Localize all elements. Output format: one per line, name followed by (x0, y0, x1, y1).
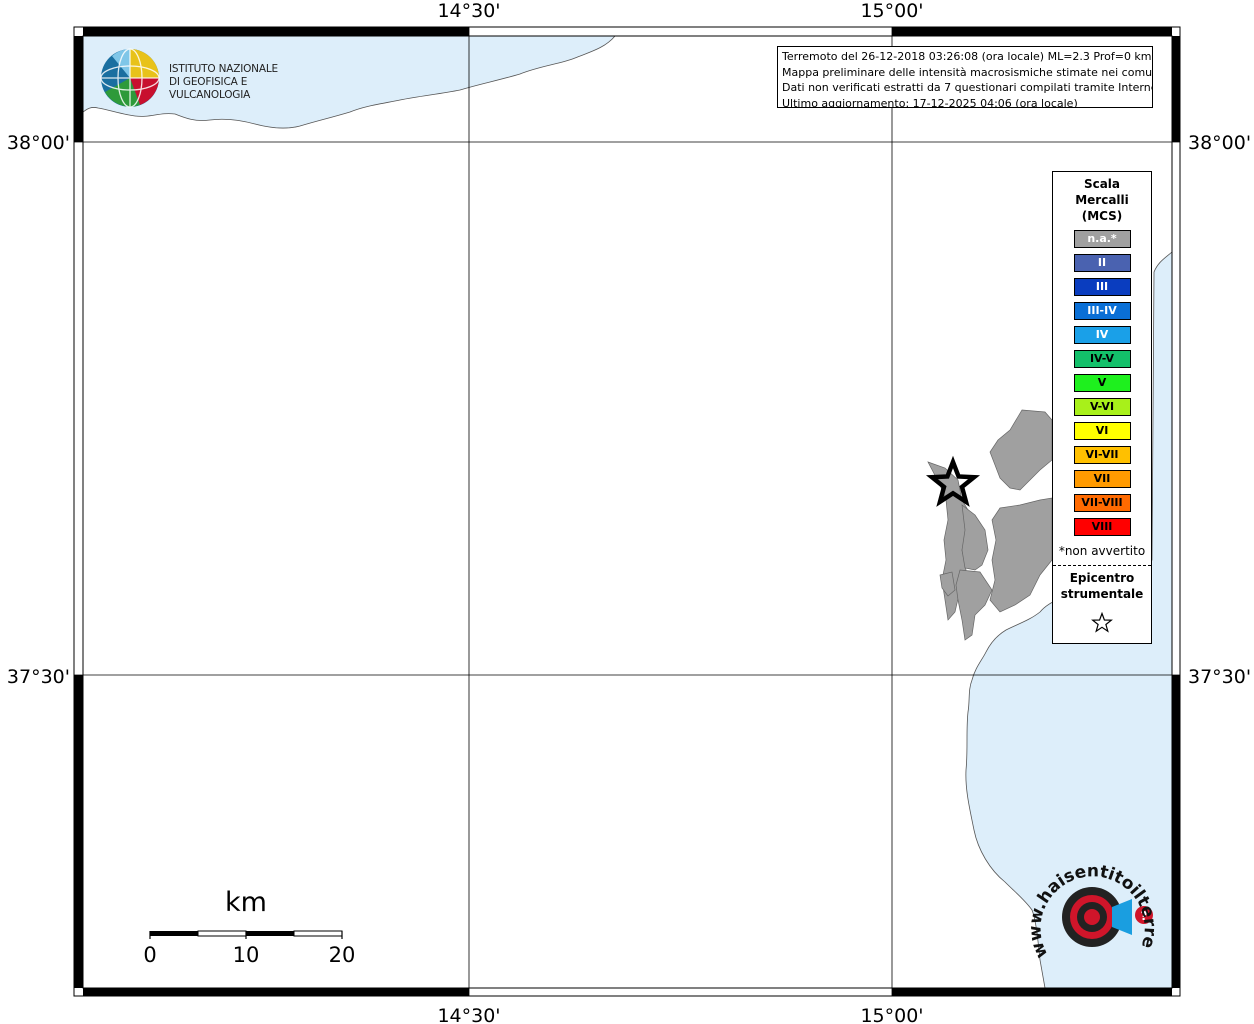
comune-area-north (989, 409, 1053, 491)
lat-label-left-2: 37°30' (7, 666, 70, 688)
lat-label-left-1: 38°00' (7, 132, 70, 154)
legend-title-line3: (MCS) (1081, 209, 1123, 223)
hai-sentito-il-terremoto-logo: ? www.haisentitoilterremoto.it (1021, 840, 1160, 980)
legend-note: *non avvertito (1058, 544, 1146, 558)
legend-divider (1053, 565, 1151, 566)
ingv-logo-line1: ISTITUTO NAZIONALE (169, 63, 278, 75)
legend-item-iv-v: IV-V (1073, 350, 1131, 368)
legend-item-iii-iv: III-IV (1073, 302, 1131, 320)
legend-item-vi: VI (1073, 422, 1131, 440)
comune-area-south (955, 569, 993, 641)
legend-epicenter-label: Epicentro strumentale (1053, 570, 1151, 602)
event-info-line-1: Terremoto del 26-12-2018 03:26:08 (ora l… (782, 50, 1152, 63)
legend-item-iv: IV (1073, 326, 1131, 344)
legend-item-v-vi: V-VI (1073, 398, 1131, 416)
legend-item-vii: VII (1073, 470, 1131, 488)
scale-bar-graphic (149, 930, 343, 939)
legend-title-line1: Scala (1083, 177, 1121, 191)
legend-title: Scala Mercalli (MCS) (1053, 176, 1151, 224)
lat-label-right-2: 37°30' (1188, 666, 1251, 688)
scale-tick-0: 0 (143, 943, 157, 967)
lon-label-top-2: 15°00' (860, 0, 923, 22)
lon-label-bottom-1: 14°30' (437, 1005, 500, 1024)
legend-item-vii-viii: VII-VIII (1073, 494, 1131, 512)
ingv-logo-text: ISTITUTO NAZIONALE DI GEOFISICA E VULCAN… (169, 63, 320, 102)
legend-epicenter-line1: Epicentro (1069, 571, 1135, 585)
event-info-line-2: Mappa preliminare delle intensità macros… (782, 65, 1153, 79)
lon-label-top-1: 14°30' (437, 0, 500, 22)
ingv-logo: ISTITUTO NAZIONALE DI GEOFISICA E VULCAN… (100, 48, 320, 108)
ingv-logo-line2: DI GEOFISICA E VULCANOLOGIA (169, 76, 251, 101)
legend-item-n-a: n.a.* (1073, 230, 1131, 248)
legend-item-iii: III (1073, 278, 1131, 296)
scale-bar: km 0 10 20 (135, 885, 365, 975)
legend-title-line2: Mercalli (1075, 193, 1129, 207)
legend-item-ii: II (1073, 254, 1131, 272)
intensity-legend: Scala Mercalli (MCS) n.a.* II III III-IV IV I… (1052, 171, 1152, 644)
legend-items: n.a.* II III III-IV IV IV-V V V-VI VI VI-VII VII VI… (1053, 230, 1151, 536)
legend-item-v: V (1073, 374, 1131, 392)
legend-star-icon (1091, 612, 1113, 633)
event-info-line-4: Ultimo aggiornamento: 17-12-2025 04:06 (… (782, 96, 1078, 108)
lat-label-right-1: 38°00' (1188, 132, 1251, 154)
event-info-box: Terremoto del 26-12-2018 03:26:08 (ora l… (777, 46, 1153, 108)
legend-item-viii: VIII (1073, 518, 1131, 536)
lon-label-bottom-2: 15°00' (860, 1005, 923, 1024)
scale-tick-20: 20 (328, 943, 356, 967)
legend-item-vi-vii: VI-VII (1073, 446, 1131, 464)
globe-icon (100, 48, 160, 108)
event-info-line-3: Dati non verificati estratti da 7 questi… (782, 81, 1153, 94)
comune-area-center (961, 504, 989, 571)
legend-epicenter-line2: strumentale (1060, 587, 1144, 601)
hai-sentito-logo-graphic: ? www.haisentitoilterremoto.it (1021, 840, 1160, 961)
scale-tick-10: 10 (232, 943, 260, 967)
comune-area-east (989, 497, 1053, 613)
affected-comuni (927, 409, 1053, 641)
